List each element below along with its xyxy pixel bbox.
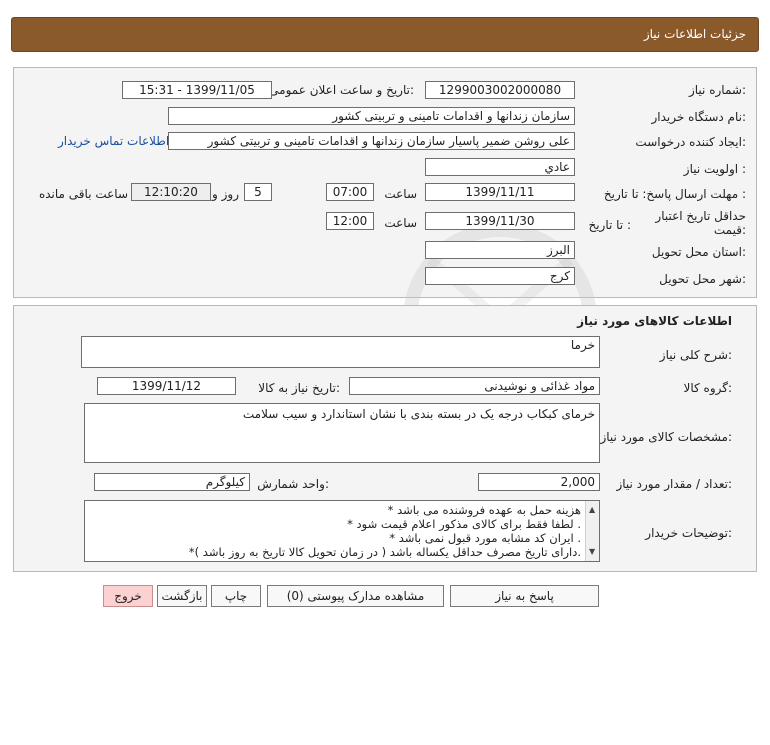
unit-label: واحد شمارش: xyxy=(257,477,329,491)
scroll-down-icon[interactable]: ▼ xyxy=(589,545,595,559)
requester-field: علی روشن ضمیر پاسیار سازمان زندانها و اق… xyxy=(168,132,575,150)
goods-section-title: اطلاعات کالاهای مورد نیاز xyxy=(577,314,732,328)
specs-field: خرمای کبکاب درجه یک در بسته بندی با نشان… xyxy=(84,403,600,463)
requester-label: ایجاد کننده درخواست: xyxy=(635,135,746,149)
need-date-field: 1399/11/12 xyxy=(97,377,236,395)
announce-datetime-label: تاریخ و ساعت اعلان عمومی: xyxy=(269,83,414,97)
need-number-field: 1299003002000080 xyxy=(425,81,575,99)
note-line: هزینه حمل به عهده فروشنده می باشد * xyxy=(387,503,581,517)
deadline-time-field: 07:00 xyxy=(326,183,374,201)
price-validity-label-text: حداقل تاریخ اعتبار قیمت: xyxy=(655,209,746,237)
deadline-label: مهلت ارسال پاسخ: تا تاریخ : xyxy=(603,187,746,201)
province-field: البرز xyxy=(425,241,575,259)
announce-datetime-field: 1399/11/05 - 15:31 xyxy=(122,81,272,99)
validity-date-field: 1399/11/30 xyxy=(425,212,575,230)
need-date-label: تاریخ نیاز به کالا: xyxy=(258,381,340,395)
need-number-label: شماره نیاز: xyxy=(688,83,746,97)
buyer-org-label: نام دستگاه خریدار: xyxy=(651,110,747,124)
note-line: . ایران کد مشابه مورد قبول نمی باشد * xyxy=(389,531,581,545)
exit-button[interactable]: خروج xyxy=(103,585,153,607)
validity-time-label: ساعت xyxy=(384,216,417,230)
validity-time-field: 12:00 xyxy=(326,212,374,230)
note-line: .دارای تاریخ مصرف حداقل یکساله باشد ( در… xyxy=(188,545,581,559)
page-header: جزئیات اطلاعات نیاز xyxy=(11,17,759,52)
respond-button[interactable]: پاسخ به نیاز xyxy=(450,585,599,607)
buyer-notes-box[interactable]: هزینه حمل به عهده فروشنده می باشد * . لط… xyxy=(84,500,600,562)
print-button[interactable]: چاپ xyxy=(211,585,261,607)
city-label: شهر محل تحویل: xyxy=(659,272,746,286)
buyer-org-field: سازمان زندانها و اقدامات تامینی و تربیتی… xyxy=(168,107,575,125)
quantity-label: تعداد / مقدار مورد نیاز: xyxy=(616,477,732,491)
goods-group-label: گروه کالا: xyxy=(683,381,733,395)
page-title: جزئیات اطلاعات نیاز xyxy=(643,27,746,41)
summary-label: شرح کلی نیاز: xyxy=(659,348,732,362)
buyer-contact-link[interactable]: اطلاعات تماس خریدار xyxy=(58,134,169,148)
quantity-field: 2,000 xyxy=(478,473,600,491)
back-button[interactable]: بازگشت xyxy=(157,585,207,607)
buyer-notes-label: توضیحات خریدار: xyxy=(645,526,732,540)
remaining-days-field: 5 xyxy=(244,183,272,201)
unit-field: کیلوگرم xyxy=(94,473,250,491)
summary-field: خرما xyxy=(81,336,600,368)
priority-field: عادي xyxy=(425,158,575,176)
specs-label: مشخصات کالای مورد نیاز: xyxy=(600,430,732,444)
deadline-date-field: 1399/11/11 xyxy=(425,183,575,201)
notes-scrollbar[interactable]: ▲ ▼ xyxy=(585,501,599,561)
remaining-time-label: ساعت باقی مانده xyxy=(38,187,128,201)
priority-label: اولویت نیاز : xyxy=(683,162,746,176)
city-field: کرج xyxy=(425,267,575,285)
view-attachments-button[interactable]: مشاهده مدارک پیوستی (0) xyxy=(267,585,444,607)
remaining-days-label: روز و xyxy=(212,187,239,201)
note-line: . لطفا فقط برای کالای مذکور اعلام قیمت ش… xyxy=(347,517,581,531)
deadline-time-label: ساعت xyxy=(384,187,417,201)
goods-group-field: مواد غذائی و نوشیدنی xyxy=(349,377,600,395)
request-details-panel xyxy=(13,67,757,298)
price-validity-label: حداقل تاریخ اعتبار قیمت: xyxy=(636,209,746,237)
province-label: استان محل تحویل: xyxy=(651,245,746,259)
validity-until-label: تا تاریخ : xyxy=(588,218,631,232)
scroll-up-icon[interactable]: ▲ xyxy=(589,503,595,517)
remaining-time-field: 12:10:20 xyxy=(131,183,211,201)
